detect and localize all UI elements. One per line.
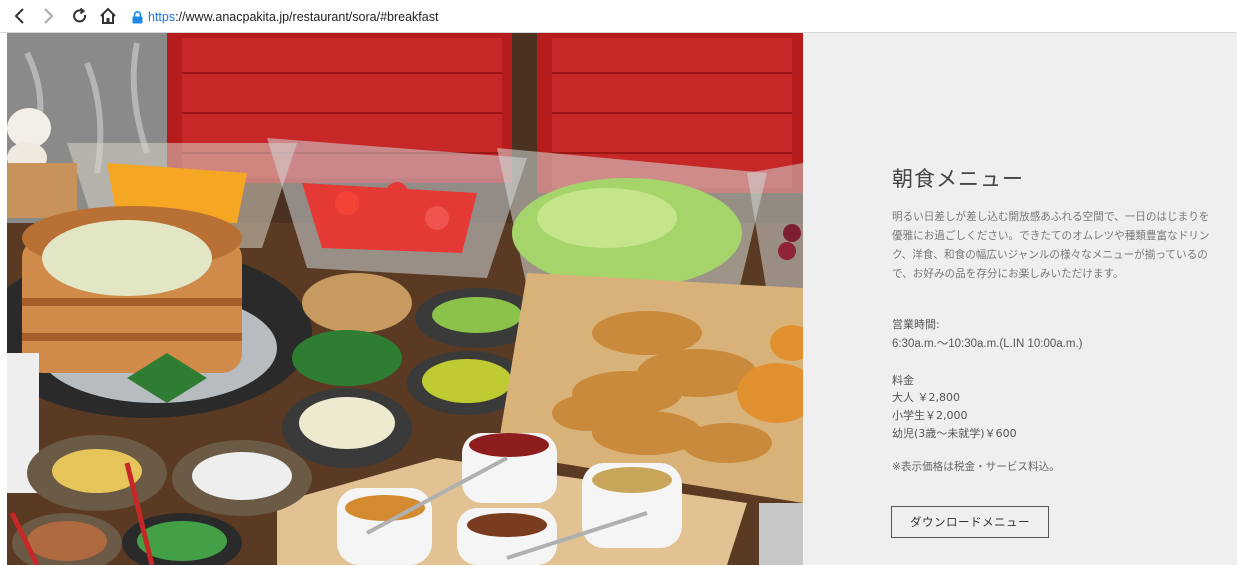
address-bar[interactable]: https://www.anacpakita.jp/restaurant/sor…: [132, 9, 438, 25]
menu-description: 明るい日差しが差し込む開放感あふれる空間で、一日のはじまりを優雅にお過ごしくださ…: [892, 211, 1210, 280]
menu-info-panel: 朝食メニュー 明るい日差しが差し込む開放感あふれる空間で、一日のはじまりを優雅に…: [803, 33, 1237, 565]
hours-value: 6:30a.m.〜10:30a.m.(L.IN 10:00a.m.): [892, 338, 1083, 350]
price-elementary: 小学生￥2,000: [892, 409, 968, 422]
forward-arrow-icon[interactable]: [36, 4, 60, 28]
price-label: 料金: [892, 374, 914, 387]
tax-note: ※表示価格は税金・サービス料込。: [892, 461, 1060, 473]
hours-label: 営業時間:: [892, 318, 940, 331]
back-arrow-icon[interactable]: [8, 4, 32, 28]
breakfast-buffet-image: [7, 33, 803, 565]
price-adult: 大人 ￥2,800: [892, 391, 960, 404]
page-title: 朝食メニュー: [892, 167, 1024, 191]
home-icon[interactable]: [96, 4, 120, 28]
download-menu-button[interactable]: ダウンロードメニュー: [891, 506, 1049, 538]
browser-toolbar: https://www.anacpakita.jp/restaurant/sor…: [0, 0, 1237, 33]
price-preschool: 幼児(3歳〜未就学)￥600: [892, 427, 1017, 440]
reload-icon[interactable]: [68, 4, 92, 28]
url-scheme: https: [148, 10, 176, 24]
url-path: ://www.anacpakita.jp/restaurant/sora/#br…: [175, 10, 439, 24]
lock-icon: [132, 10, 143, 24]
